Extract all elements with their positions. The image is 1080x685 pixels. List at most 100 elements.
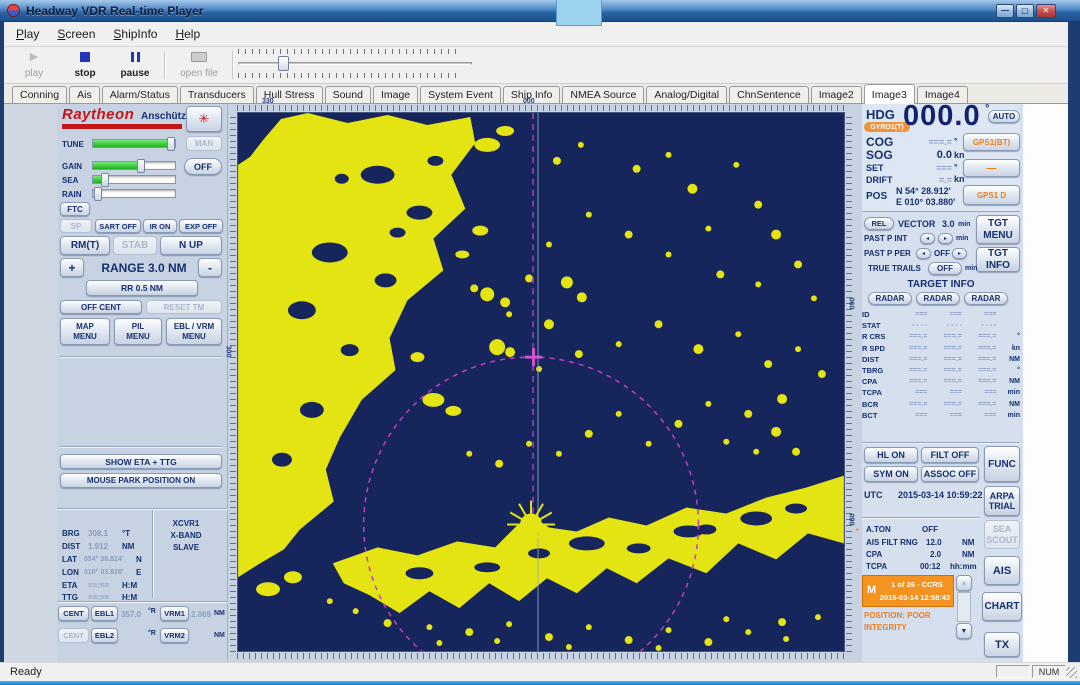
alarm-scroll-down-button[interactable]: ▼ [956, 623, 972, 639]
ftc-button[interactable]: FTC [60, 202, 90, 216]
seek-slider[interactable] [238, 62, 472, 65]
arpa-trial-button[interactable]: ARPA TRIAL [984, 486, 1020, 516]
range-plus-button[interactable]: + [60, 258, 84, 277]
title-bar[interactable]: Headway VDR Real-time Player — ▢ ✕ [0, 0, 1080, 22]
cent1-button[interactable]: CENT [58, 606, 89, 621]
tab-image[interactable]: Image [373, 86, 418, 103]
alarm-badge: M [867, 584, 876, 596]
pause-button[interactable]: pause [110, 50, 160, 81]
alarm-scrollbar-track[interactable] [957, 592, 971, 622]
rm-t-button[interactable]: RM(T) [60, 236, 110, 255]
radar-source-button-2[interactable]: RADAR [916, 292, 960, 305]
auto-button[interactable]: AUTO [988, 110, 1020, 123]
past-per-prev-button[interactable]: ◂ [916, 248, 931, 259]
stab-button[interactable]: STAB [113, 236, 157, 255]
target-info-title: TARGET INFO [862, 279, 1020, 290]
play-button[interactable]: ▶ play [12, 50, 56, 81]
maximize-button[interactable]: ▢ [1016, 4, 1034, 18]
menu-screen[interactable]: Screen [57, 27, 95, 41]
mouse-park-button[interactable]: MOUSE PARK POSITION ON [60, 473, 222, 488]
sym-on-button[interactable]: SYM ON [864, 466, 918, 482]
menu-shipinfo[interactable]: ShipInfo [113, 27, 157, 41]
table-row: DIST===.====.====.=NM [862, 354, 1020, 365]
exp-off-button[interactable]: EXP OFF [179, 219, 223, 233]
tab-nmea-source[interactable]: NMEA Source [562, 86, 644, 103]
reset-tm-button[interactable]: RESET TM [146, 300, 222, 314]
ir-on-button[interactable]: IR ON [143, 219, 177, 233]
stop-button[interactable]: stop [62, 50, 108, 81]
minimize-button[interactable]: — [996, 4, 1014, 18]
gps1bt-button[interactable]: GPS1(BT) [963, 133, 1020, 151]
tab-transducers[interactable]: Transducers [180, 86, 254, 103]
map-menu-button[interactable]: MAP MENU [60, 318, 110, 345]
alarm-scroll-up-button[interactable]: ▲ [956, 575, 972, 591]
true-trails-off-button[interactable]: OFF [928, 262, 962, 275]
seek-ruler-bottom [238, 73, 460, 78]
dash-source-button[interactable]: — [963, 159, 1020, 177]
tab-conning[interactable]: Conning [12, 86, 67, 103]
gps1d-button[interactable]: GPS1 D [963, 185, 1020, 205]
ais-filt-label: AIS FILT RNG [866, 538, 918, 547]
close-button[interactable]: ✕ [1036, 4, 1056, 18]
hl-on-button[interactable]: HL ON [864, 447, 918, 463]
tab-chnsentence[interactable]: ChnSentence [729, 86, 809, 103]
tgt-menu-button[interactable]: TGT MENU [976, 215, 1020, 244]
past-per-next-button[interactable]: ▸ [952, 248, 967, 259]
range-minus-button[interactable]: - [198, 258, 222, 277]
rain-slider[interactable] [92, 189, 176, 198]
gain-slider[interactable] [92, 161, 176, 170]
radar-source-button-3[interactable]: RADAR [964, 292, 1008, 305]
gain-slider-thumb[interactable] [137, 159, 145, 173]
seek-slider-thumb[interactable] [278, 56, 289, 71]
tab-sound[interactable]: Sound [325, 86, 371, 103]
sart-off-button[interactable]: SART OFF [95, 219, 141, 233]
sea-slider-thumb[interactable] [101, 173, 109, 187]
filt-off-button[interactable]: FILT OFF [921, 447, 979, 463]
sea-scout-button[interactable]: SEA SCOUT [984, 520, 1020, 549]
menu-play[interactable]: Play [16, 27, 39, 41]
off-cent-button[interactable]: OFF CENT [60, 300, 142, 314]
stop-icon [80, 52, 90, 62]
vrm2-button[interactable]: VRM2 [160, 628, 189, 643]
tgt-info-button[interactable]: TGT INFO [976, 247, 1020, 272]
ebl-vrm-menu-button[interactable]: EBL / VRM MENU [166, 318, 222, 345]
tab-system-event[interactable]: System Event [420, 86, 501, 103]
open-file-button[interactable]: open file [170, 50, 228, 81]
tab-image2[interactable]: Image2 [811, 86, 862, 103]
alarm-entry[interactable]: M 1 of 26 - CCRS 2015-03-14 12:58:43 [862, 575, 954, 607]
rr-button[interactable]: RR 0.5 NM [86, 280, 198, 296]
table-row: CPA===.====.====.=NM [862, 376, 1020, 387]
interswitch-button[interactable]: ✳ [186, 106, 222, 132]
radar-ppi-display[interactable] [237, 112, 845, 652]
past-int-prev-button[interactable]: ◂ [920, 233, 935, 244]
ebl1-button[interactable]: EBL1 [91, 606, 118, 621]
tab-analog-digital[interactable]: Analog/Digital [646, 86, 727, 103]
tab-ais[interactable]: Ais [69, 86, 100, 103]
pil-menu-button[interactable]: PIL MENU [114, 318, 162, 345]
rain-slider-thumb[interactable] [94, 187, 102, 201]
ais-button[interactable]: AIS [984, 556, 1020, 585]
sp-button[interactable]: SP [60, 219, 92, 233]
rel-button[interactable]: REL [864, 217, 894, 230]
tx-button[interactable]: TX [984, 632, 1020, 657]
assoc-off-button[interactable]: ASSOC OFF [921, 466, 979, 482]
tune-slider-thumb[interactable] [167, 137, 175, 151]
tab-image3-active[interactable]: Image3 [864, 84, 915, 104]
off-button[interactable]: OFF [184, 158, 222, 175]
show-eta-ttg-button[interactable]: SHOW ETA + TTG [60, 454, 222, 469]
ebl2-button[interactable]: EBL2 [91, 628, 118, 643]
n-up-button[interactable]: N UP [160, 236, 222, 255]
resize-grip[interactable] [1066, 667, 1077, 678]
vrm1-button[interactable]: VRM1 [160, 606, 189, 621]
cent2-button[interactable]: CENT [58, 628, 89, 643]
sea-slider[interactable] [92, 175, 176, 184]
chart-button[interactable]: CHART [982, 592, 1022, 621]
man-button[interactable]: MAN [186, 136, 222, 151]
radar-source-button-1[interactable]: RADAR [868, 292, 912, 305]
func-button[interactable]: FUNC [984, 446, 1020, 482]
hdg-label: HDG [866, 107, 895, 122]
tab-alarm-status[interactable]: Alarm/Status [102, 86, 178, 103]
past-int-next-button[interactable]: ▸ [938, 233, 953, 244]
menu-help[interactable]: Help [175, 27, 200, 41]
tune-slider[interactable] [92, 139, 176, 148]
